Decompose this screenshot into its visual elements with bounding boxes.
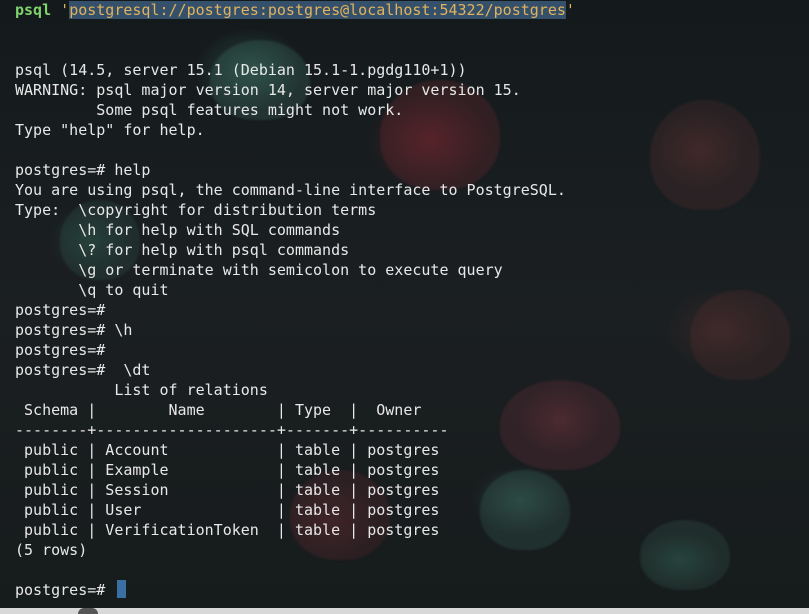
- help-output-line: \q to quit: [15, 281, 169, 299]
- version-line: psql (14.5, server 15.1 (Debian 15.1-1.p…: [15, 61, 467, 79]
- help-hint-line: Type "help" for help.: [15, 121, 205, 139]
- text-cursor: [117, 580, 127, 598]
- help-output-line: You are using psql, the command-line int…: [15, 181, 566, 199]
- prompt: postgres=#: [15, 581, 106, 599]
- rows-footer: (5 rows): [15, 541, 88, 559]
- table-row: public | VerificationToken | table | pos…: [15, 521, 440, 539]
- prompt-line: postgres=# \h: [15, 321, 133, 339]
- prompt-line: postgres=#: [15, 341, 106, 359]
- relations-separator: --------+--------------------+-------+--…: [15, 421, 449, 439]
- table-row: public | Example | table | postgres: [15, 461, 440, 479]
- relations-title: List of relations: [15, 381, 268, 399]
- connection-url[interactable]: postgresql://postgres:postgres@localhost…: [69, 1, 566, 19]
- close-quote: ': [565, 1, 575, 19]
- prompt-line: postgres=# \dt: [15, 361, 151, 379]
- window-bottom-edge: [0, 608, 809, 614]
- help-output-line: \h for help with SQL commands: [15, 221, 341, 239]
- help-output-line: \g or terminate with semicolon to execut…: [15, 261, 503, 279]
- active-prompt-line[interactable]: postgres=#: [15, 580, 809, 600]
- relations-header: Schema | Name | Type | Owner: [15, 401, 422, 419]
- command-line: psql 'postgresql://postgres:postgres@loc…: [15, 0, 809, 20]
- table-row: public | Account | table | postgres: [15, 441, 440, 459]
- help-output-line: Type: \copyright for distribution terms: [15, 201, 377, 219]
- table-row: public | Session | table | postgres: [15, 481, 440, 499]
- help-output-line: \? for help with psql commands: [15, 241, 350, 259]
- warning-line: WARNING: psql major version 14, server m…: [15, 81, 521, 99]
- warning-detail-line: Some psql features might not work.: [15, 101, 404, 119]
- terminal-output[interactable]: psql 'postgresql://postgres:postgres@loc…: [15, 0, 809, 600]
- dock-indicator: [78, 608, 98, 614]
- open-quote: ': [60, 1, 70, 19]
- help-command-line: postgres=# help: [15, 161, 151, 179]
- table-row: public | User | table | postgres: [15, 501, 440, 519]
- prompt-line: postgres=#: [15, 301, 106, 319]
- psql-command: psql: [15, 1, 52, 19]
